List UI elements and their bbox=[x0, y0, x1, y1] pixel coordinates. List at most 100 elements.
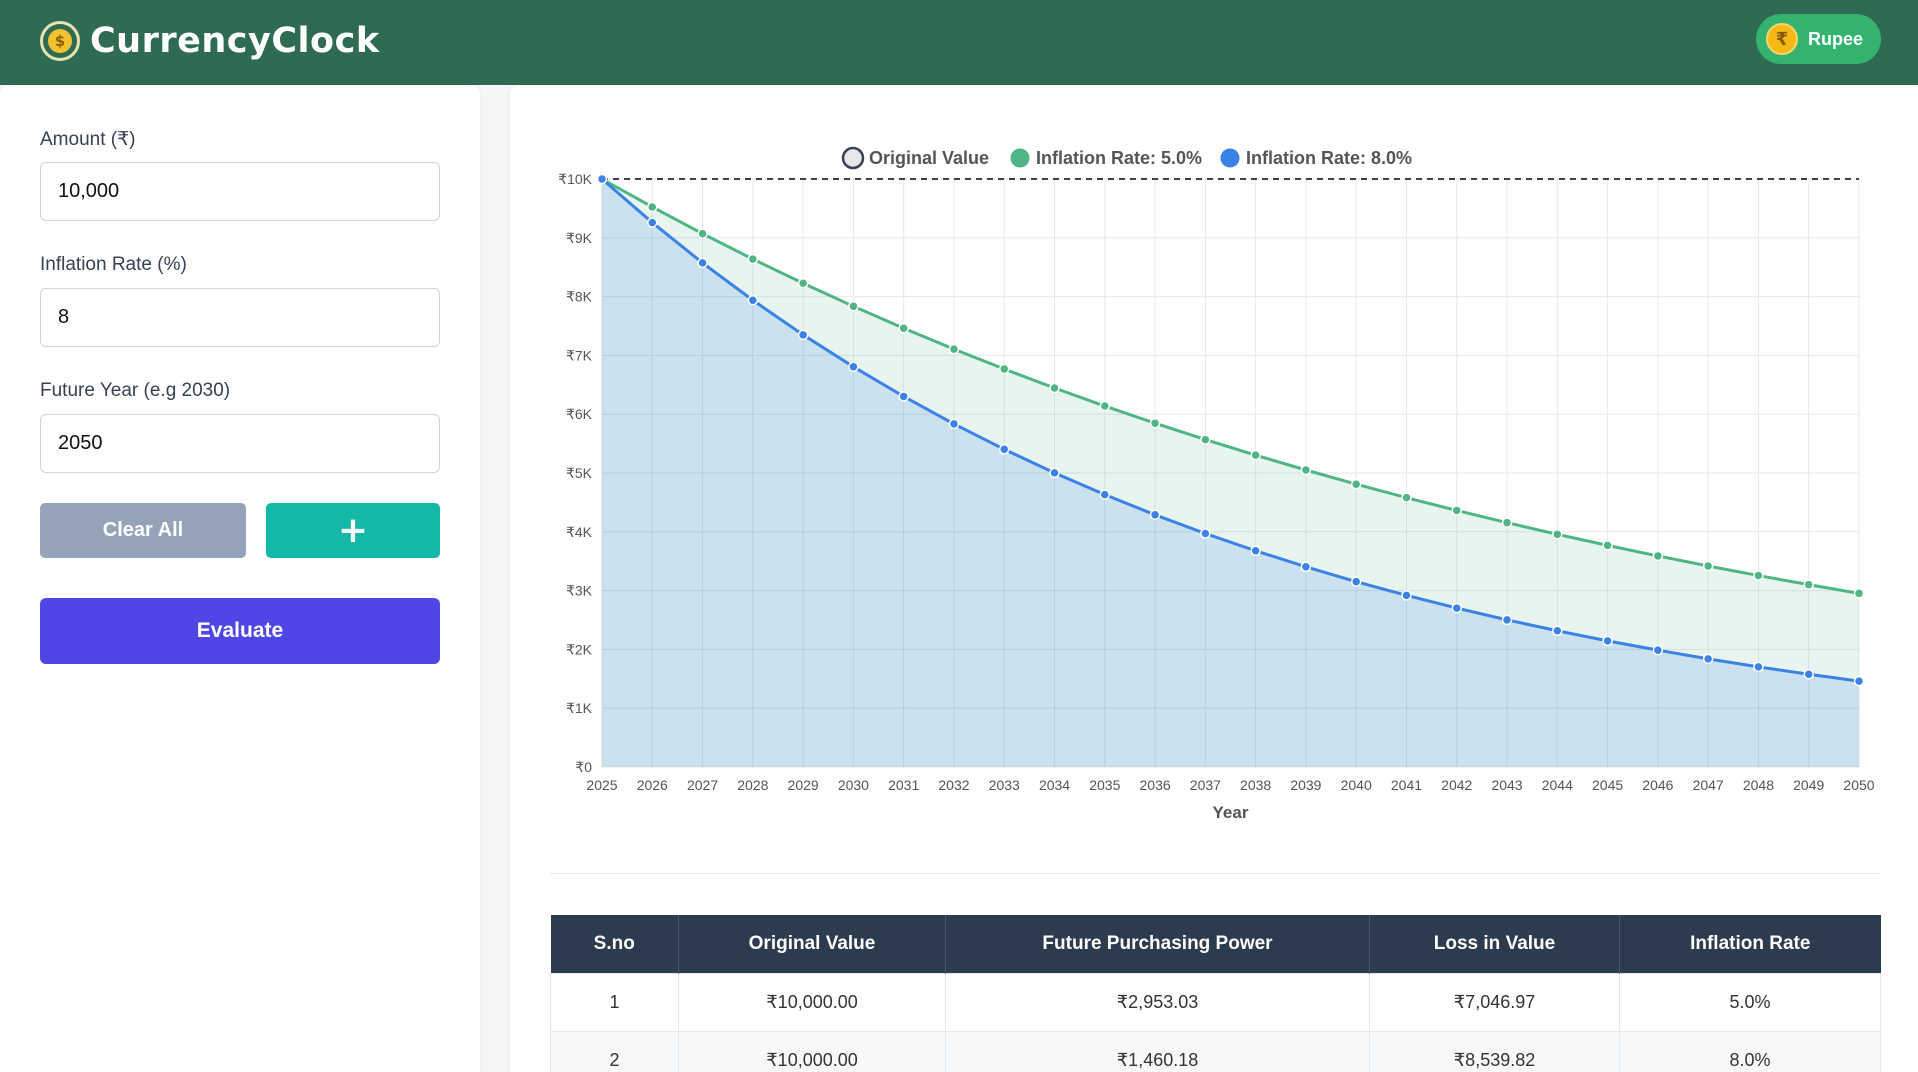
add-rate-button[interactable]: + bbox=[266, 503, 440, 558]
purchasing-power-chart: ₹0 ₹1K ₹2K ₹3K ₹4K ₹5K ₹6K ₹7K ₹8K ₹9K ₹10K 2025 202… bbox=[558, 146, 1875, 822]
data-point-5pct bbox=[1552, 529, 1563, 540]
data-point-8pct bbox=[697, 257, 708, 269]
amount-label: Amount (₹) bbox=[40, 129, 136, 150]
column-header: Loss in Value bbox=[1369, 915, 1620, 973]
inflation-rate-label: Inflation Rate (%) bbox=[40, 254, 187, 275]
data-point-8pct bbox=[1853, 675, 1865, 687]
input-sidebar: Amount (₹) Inflation Rate (%) Future Yea… bbox=[0, 85, 480, 1072]
x-tick-label: 2047 bbox=[1693, 777, 1724, 793]
data-point-5pct bbox=[1250, 449, 1261, 461]
data-point-5pct bbox=[747, 253, 759, 265]
data-point-5pct bbox=[1501, 517, 1513, 528]
data-point-8pct bbox=[1501, 614, 1513, 626]
table-row: 1 ₹10,000.00 ₹2,953.03 ₹7,046.97 5.0% bbox=[550, 972, 1881, 1032]
data-point-5pct bbox=[848, 301, 859, 312]
data-point-8pct bbox=[1250, 545, 1261, 557]
top-bar: $ CurrencyClock ₹ Rupee bbox=[0, 0, 1918, 85]
results-panel: ₹0 ₹1K ₹2K ₹3K ₹4K ₹5K ₹6K ₹7K ₹8K ₹9K ₹10K 2025 202… bbox=[510, 85, 1918, 1072]
data-point-8pct bbox=[1401, 590, 1412, 601]
data-point-5pct bbox=[1049, 382, 1060, 394]
table-cell: ₹7,046.97 bbox=[1369, 972, 1620, 1032]
data-point-8pct bbox=[1049, 467, 1060, 479]
legend-label: Inflation Rate: 5.0% bbox=[1036, 148, 1202, 168]
x-tick-label: 2043 bbox=[1491, 777, 1522, 793]
data-point-5pct bbox=[1099, 400, 1111, 412]
data-point-8pct bbox=[1552, 625, 1563, 637]
data-point-8pct bbox=[596, 173, 608, 185]
data-point-8pct bbox=[898, 391, 909, 402]
table-cell: ₹10,000.00 bbox=[678, 1030, 946, 1072]
data-point-8pct bbox=[747, 294, 759, 306]
x-tick-label: 2036 bbox=[1140, 777, 1171, 793]
data-point-5pct bbox=[1853, 588, 1865, 599]
x-tick-label: 2045 bbox=[1592, 777, 1623, 793]
data-point-8pct bbox=[1149, 509, 1161, 521]
x-tick-label: 2033 bbox=[989, 777, 1020, 793]
column-header: S.no bbox=[550, 915, 679, 973]
data-point-5pct bbox=[797, 278, 809, 289]
clear-all-button[interactable]: Clear All bbox=[40, 503, 246, 558]
data-point-5pct bbox=[697, 228, 708, 239]
data-point-8pct bbox=[1350, 576, 1362, 587]
x-tick-label: 2049 bbox=[1793, 777, 1824, 793]
y-tick-label: ₹0 bbox=[575, 759, 592, 775]
amount-input[interactable] bbox=[40, 162, 440, 221]
table-cell: ₹1,460.18 bbox=[945, 1030, 1370, 1072]
results-table: S.no Original Value Future Purchasing Po… bbox=[550, 915, 1881, 1072]
y-tick-label: ₹5K bbox=[566, 465, 593, 481]
data-point-5pct bbox=[998, 363, 1010, 375]
section-divider bbox=[550, 873, 1880, 874]
y-tick-label: ₹9K bbox=[566, 230, 593, 246]
x-tick-label: 2025 bbox=[586, 777, 617, 793]
table-row: 2 ₹10,000.00 ₹1,460.18 ₹8,539.82 8.0% bbox=[550, 1030, 1881, 1072]
x-tick-label: 2037 bbox=[1190, 777, 1221, 793]
x-tick-label: 2032 bbox=[938, 777, 969, 793]
data-point-8pct bbox=[998, 444, 1010, 455]
x-tick-label: 2035 bbox=[1089, 777, 1120, 793]
data-point-8pct bbox=[1300, 561, 1312, 573]
inflation-rate-input[interactable] bbox=[40, 288, 440, 347]
y-tick-label: ₹10K bbox=[558, 171, 592, 187]
data-point-5pct bbox=[1200, 434, 1211, 445]
x-tick-label: 2041 bbox=[1391, 777, 1422, 793]
legend-marker bbox=[841, 146, 865, 170]
table-header-row: S.no Original Value Future Purchasing Po… bbox=[550, 915, 1881, 973]
app-title: CurrencyClock bbox=[90, 21, 380, 61]
data-point-5pct bbox=[1753, 570, 1764, 581]
rupee-coin-icon: ₹ bbox=[1766, 23, 1798, 55]
x-tick-label: 2027 bbox=[687, 777, 718, 793]
currency-label: Rupee bbox=[1808, 28, 1864, 49]
table-cell: ₹2,953.03 bbox=[945, 972, 1370, 1032]
table-cell: 1 bbox=[550, 972, 679, 1032]
data-point-5pct bbox=[1350, 478, 1362, 490]
data-point-8pct bbox=[797, 329, 809, 341]
x-tick-label: 2034 bbox=[1039, 777, 1070, 793]
data-point-8pct bbox=[1099, 489, 1111, 500]
future-year-input[interactable] bbox=[40, 414, 440, 473]
future-year-label: Future Year (e.g 2030) bbox=[40, 380, 231, 401]
column-header: Original Value bbox=[678, 915, 946, 973]
x-tick-label: 2050 bbox=[1843, 777, 1874, 793]
table-cell: 8.0% bbox=[1619, 1030, 1881, 1072]
column-header: Future Purchasing Power bbox=[945, 915, 1370, 973]
data-point-5pct bbox=[647, 201, 658, 213]
data-point-5pct bbox=[1652, 550, 1664, 562]
legend-marker bbox=[1220, 148, 1240, 168]
x-tick-label: 2038 bbox=[1240, 777, 1271, 793]
x-tick-label: 2048 bbox=[1743, 777, 1774, 793]
x-tick-label: 2026 bbox=[637, 777, 668, 793]
y-tick-label: ₹3K bbox=[566, 583, 593, 599]
y-tick-label: ₹6K bbox=[566, 406, 593, 422]
legend-label: Original Value bbox=[869, 148, 989, 168]
data-point-5pct bbox=[1702, 560, 1714, 572]
data-point-5pct bbox=[1451, 505, 1463, 516]
currency-toggle-button[interactable]: ₹ Rupee bbox=[1756, 14, 1881, 64]
x-tick-label: 2028 bbox=[737, 777, 768, 793]
x-tick-label: 2040 bbox=[1341, 777, 1372, 793]
x-tick-label: 2031 bbox=[888, 777, 919, 793]
x-tick-label: 2029 bbox=[788, 777, 819, 793]
column-header: Inflation Rate bbox=[1619, 915, 1881, 973]
data-point-8pct bbox=[1451, 602, 1463, 614]
y-tick-label: ₹1K bbox=[566, 700, 593, 716]
evaluate-button[interactable]: Evaluate bbox=[40, 598, 440, 664]
